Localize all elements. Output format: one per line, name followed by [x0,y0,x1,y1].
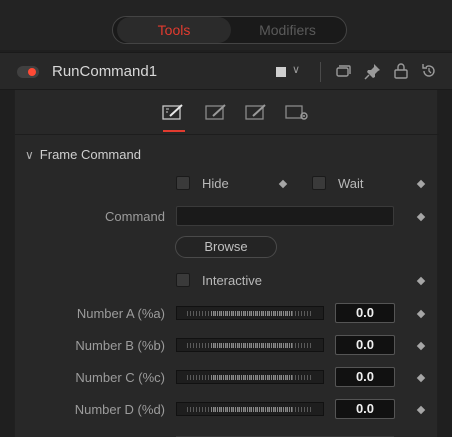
number-a-input[interactable]: 0.0 [335,303,395,323]
keyframe-diamond-icon[interactable] [416,405,426,415]
reset-icon[interactable] [419,61,439,81]
interactive-checkbox[interactable] [176,273,190,287]
divider [320,62,321,82]
wait-checkbox[interactable] [312,176,326,190]
keyframe-diamond-icon[interactable] [278,179,288,189]
pin-icon[interactable] [363,61,383,81]
keyframe-diamond-icon[interactable] [416,309,426,319]
settings-tab-icon[interactable] [285,103,309,121]
number-a-slider[interactable] [176,306,324,320]
number-a-label: Number A (%a) [76,306,165,321]
keyframe-diamond-icon[interactable] [416,341,426,351]
slider-ticks [211,375,293,380]
divider [15,134,439,135]
controls-tab-icon[interactable] [162,103,186,121]
inspector-panel: ∨ Frame Command Hide Wait Command Browse … [14,90,439,437]
node-header: RunCommand1 ∨ [0,52,452,90]
number-b-slider[interactable] [176,338,324,352]
toggle-knob [28,68,36,76]
active-tab-indicator [163,130,185,132]
keyframe-diamond-icon[interactable] [416,276,426,286]
command-input[interactable] [176,206,394,226]
number-d-slider[interactable] [176,402,324,416]
tab-2-icon[interactable] [205,103,229,121]
color-swatch[interactable] [276,67,286,77]
number-d-label: Number D (%d) [74,402,165,417]
number-b-label: Number B (%b) [75,338,165,353]
number-b-input[interactable]: 0.0 [335,335,395,355]
keyframe-diamond-icon[interactable] [416,373,426,383]
tab-modifiers[interactable]: Modifiers [231,17,344,43]
interactive-label: Interactive [202,273,262,288]
slider-ticks [211,343,293,348]
hide-checkbox[interactable] [176,176,190,190]
keyframe-diamond-icon[interactable] [416,212,426,222]
tools-modifiers-switch: Tools Modifiers [112,16,347,44]
tab-tools[interactable]: Tools [117,17,231,43]
number-d-input[interactable]: 0.0 [335,399,395,419]
keyframe-diamond-icon[interactable] [416,179,426,189]
browse-button[interactable]: Browse [175,236,277,258]
node-enable-toggle[interactable] [17,66,39,78]
number-c-slider[interactable] [176,370,324,384]
lock-icon[interactable] [391,61,411,81]
section-frame-command[interactable]: ∨ Frame Command [25,147,141,162]
chevron-down-icon: ∨ [25,148,34,162]
tab-3-icon[interactable] [245,103,269,121]
top-bar: Tools Modifiers [0,0,452,50]
slider-ticks [211,407,293,412]
command-label: Command [105,209,165,224]
chevron-down-icon[interactable]: ∨ [292,63,300,76]
slider-ticks [211,311,293,316]
inspector-tab-bar [15,90,439,134]
number-c-input[interactable]: 0.0 [335,367,395,387]
versions-icon[interactable] [333,61,353,81]
section-title: Frame Command [39,147,141,162]
node-title: RunCommand1 [52,63,158,80]
hide-label: Hide [202,176,229,191]
number-c-label: Number C (%c) [75,370,165,385]
wait-label: Wait [338,176,364,191]
